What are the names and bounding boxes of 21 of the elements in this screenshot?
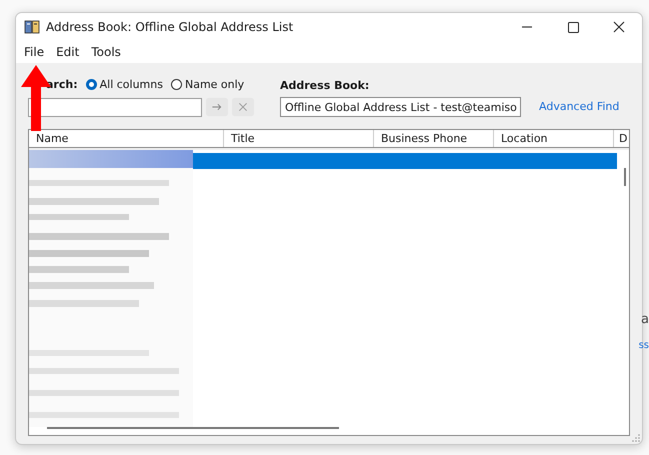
scrollbar-thumb[interactable] xyxy=(47,427,339,429)
scrollbar-thumb[interactable] xyxy=(624,168,626,186)
book-icon xyxy=(24,20,40,34)
resize-grip-icon[interactable] xyxy=(632,434,640,442)
address-book-label: Address Book: xyxy=(280,79,370,92)
menu-item[interactable]: File xyxy=(18,45,50,59)
column-header[interactable]: Title xyxy=(224,130,374,147)
address-book-dropdown[interactable]: Offline Global Address List - test@teamiso xyxy=(280,97,521,117)
column-header[interactable]: D xyxy=(614,130,629,147)
go-button[interactable] xyxy=(206,97,228,117)
background-text: a xyxy=(641,312,649,327)
window-title: Address Book: Offline Global Address List xyxy=(46,20,294,34)
column-header[interactable]: Business Phone xyxy=(374,130,494,147)
clear-button[interactable] xyxy=(232,97,254,117)
menu-item[interactable]: Edit xyxy=(50,45,86,59)
radio-option[interactable]: Name only xyxy=(170,78,244,90)
menu-item[interactable]: Tools xyxy=(85,45,127,59)
column-header[interactable]: Location xyxy=(494,130,614,147)
advanced-find-link[interactable]: Advanced Find xyxy=(539,100,620,113)
radio-option[interactable]: All columns xyxy=(86,78,163,90)
search-field[interactable] xyxy=(28,98,202,116)
